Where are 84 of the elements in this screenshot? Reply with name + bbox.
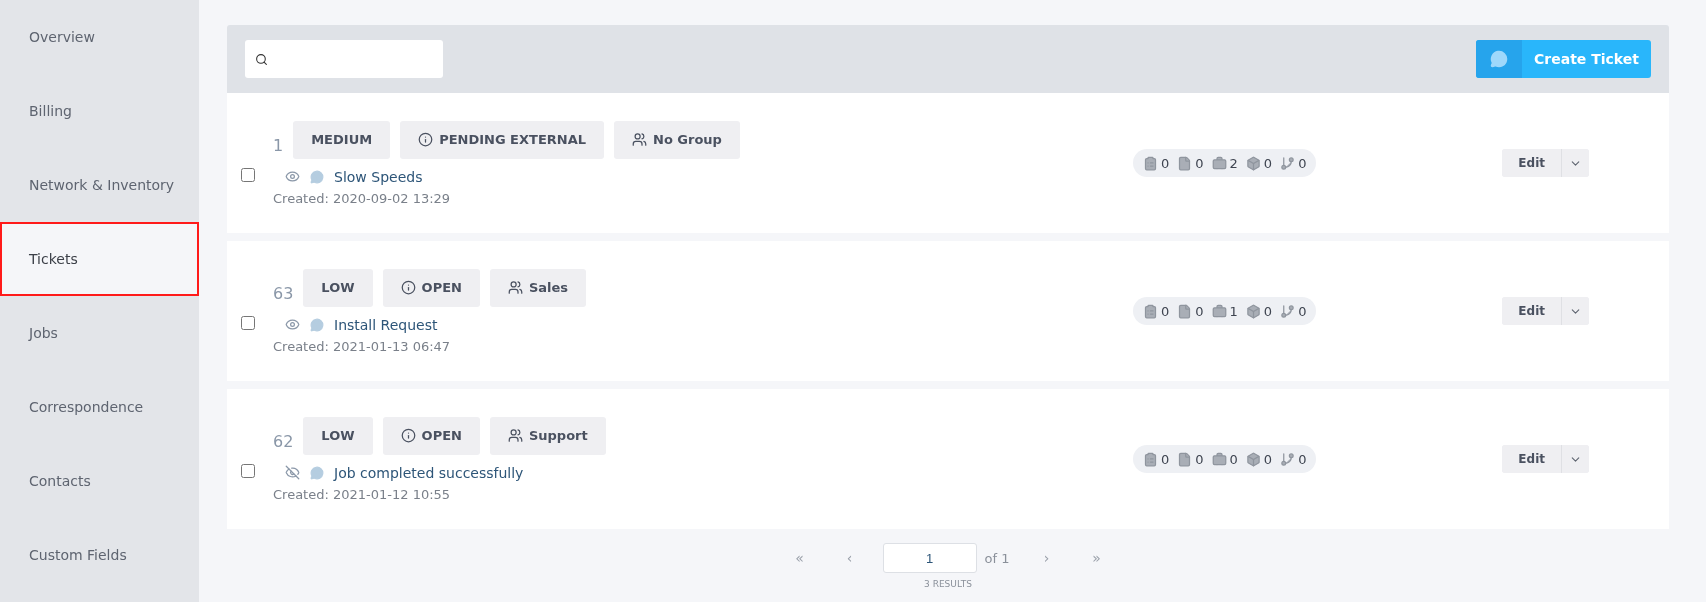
cube-icon (1245, 155, 1261, 171)
cube-icon (1245, 451, 1261, 467)
file-icon (1177, 155, 1193, 171)
briefcase-icon (1211, 155, 1227, 171)
count-value: 0 (1263, 451, 1273, 467)
edit-button[interactable]: Edit (1502, 297, 1562, 325)
clipboard-icon (1143, 303, 1158, 319)
branch-icon (1280, 451, 1296, 467)
speech-bubble-icon (1490, 50, 1508, 68)
count-value: 0 (1298, 303, 1307, 319)
count-value: 0 (1229, 451, 1238, 467)
created-date: Created: 2020-09-02 13:29 (273, 190, 452, 206)
first-page-link[interactable]: « (774, 550, 825, 566)
status-badge: OPEN (382, 416, 480, 455)
file-icon (1177, 303, 1193, 319)
group-badge: Support (489, 416, 606, 455)
count-value: 0 (1298, 451, 1307, 467)
next-page-link[interactable]: › (1021, 550, 1072, 566)
ticket-number: 1 (273, 136, 284, 155)
count-value: 0 (1263, 155, 1273, 171)
sidebar-item[interactable]: Tickets (0, 222, 199, 296)
priority-badge: MEDIUM (293, 120, 391, 159)
speech-bubble-icon (310, 465, 324, 480)
branch-icon (1280, 155, 1296, 171)
count-value: 0 (1195, 155, 1204, 171)
eye-icon[interactable] (285, 317, 300, 332)
branch-icon (1280, 303, 1296, 319)
created-date: Created: 2021-01-12 10:55 (273, 486, 452, 502)
count-value: 0 (1161, 451, 1170, 467)
search-field[interactable] (245, 40, 443, 78)
sidebar-item[interactable]: Network & Inventory (0, 148, 199, 222)
count-value: 0 (1161, 155, 1170, 171)
group-badge: No Group (614, 120, 740, 159)
briefcase-icon (1211, 451, 1227, 467)
info-icon (400, 280, 416, 295)
row-checkbox[interactable] (241, 464, 255, 478)
status-badge: PENDING EXTERNAL (400, 120, 604, 159)
speech-bubble-icon (310, 317, 324, 332)
edit-button[interactable]: Edit (1502, 149, 1562, 177)
cube-icon (1245, 303, 1261, 319)
eye-off-icon[interactable] (285, 465, 300, 480)
count-value: 0 (1195, 303, 1204, 319)
count-value: 2 (1229, 155, 1238, 171)
users-icon (632, 132, 647, 147)
info-icon (400, 428, 416, 443)
info-icon (418, 132, 434, 147)
ticket-number: 63 (273, 284, 294, 303)
eye-icon[interactable] (285, 169, 300, 184)
previous-page-link[interactable]: ‹ (824, 550, 875, 566)
speech-bubble-icon (310, 169, 324, 184)
ticket-title-link[interactable]: Install Request (334, 316, 438, 333)
sidebar-item[interactable]: Billing (0, 74, 199, 148)
count-value: 0 (1298, 155, 1307, 171)
sidebar-item[interactable]: Custom Fields (0, 518, 199, 592)
ticket-title-link[interactable]: Job completed successfully (334, 464, 524, 481)
sidebar-item[interactable]: Correspondence (0, 370, 199, 444)
status-badge: OPEN (382, 268, 480, 307)
sidebar-item[interactable]: Overview (0, 0, 199, 74)
results-count: 3 RESULTS (923, 579, 973, 589)
clipboard-icon (1143, 155, 1158, 171)
file-icon (1177, 451, 1193, 467)
sidebar-item[interactable]: Jobs (0, 296, 199, 370)
briefcase-icon (1211, 303, 1227, 319)
edit-button[interactable]: Edit (1502, 445, 1562, 473)
created-date: Created: 2021-01-13 06:47 (273, 338, 452, 354)
group-badge: Sales (489, 268, 587, 307)
row-checkbox[interactable] (241, 168, 255, 182)
count-value: 0 (1263, 303, 1273, 319)
count-value: 0 (1195, 451, 1204, 467)
last-page-link[interactable]: » (1071, 550, 1122, 566)
page-count: of 1 (984, 550, 1010, 566)
sidebar-item[interactable]: Contacts (0, 444, 199, 518)
count-value: 1 (1229, 303, 1238, 319)
priority-badge: LOW (303, 416, 373, 455)
search-icon (255, 52, 268, 66)
count-value: 0 (1161, 303, 1170, 319)
row-checkbox[interactable] (241, 316, 255, 330)
users-icon (507, 280, 523, 295)
ticket-title-link[interactable]: Slow Speeds (334, 168, 423, 185)
priority-badge: LOW (303, 268, 373, 307)
ticket-number: 62 (273, 432, 294, 451)
clipboard-icon (1143, 451, 1158, 467)
users-icon (507, 428, 523, 443)
page-input[interactable]: 1 (882, 543, 977, 573)
